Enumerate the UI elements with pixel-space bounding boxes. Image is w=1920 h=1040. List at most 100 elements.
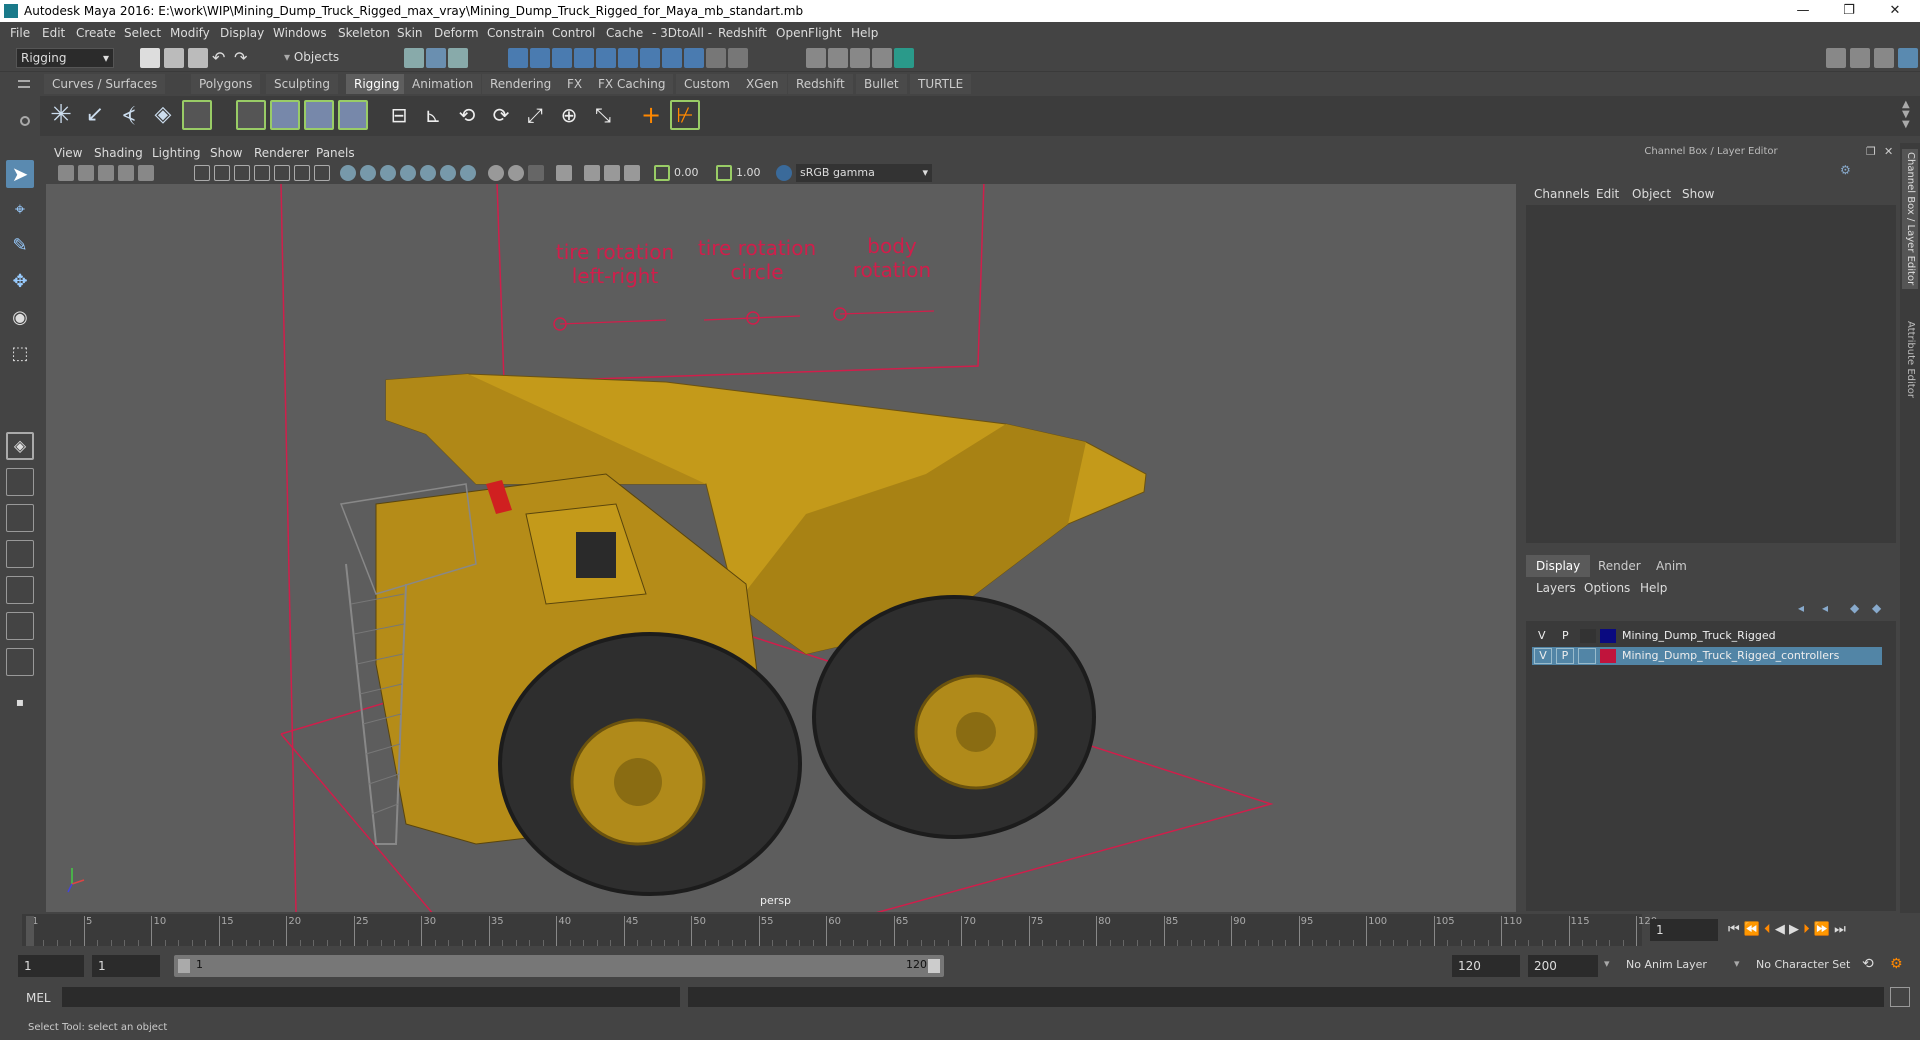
shelf-menu-icon[interactable] [18,80,30,88]
layer-type[interactable] [1580,629,1596,643]
modeling-toolkit-icon[interactable] [1850,48,1870,68]
select-component-icon[interactable] [448,48,468,68]
menu-skin[interactable]: Skin [397,26,423,40]
menu-redshift[interactable]: Redshift [718,26,767,40]
menu-cache[interactable]: Cache [606,26,643,40]
menu-file[interactable]: File [10,26,30,40]
point-constraint-icon[interactable]: ⊾ [418,100,448,130]
menu-3dtoall[interactable]: - 3DtoAll - [652,26,712,40]
tab-fx[interactable]: FX [559,74,591,94]
viewport-menu-show[interactable]: Show [210,146,242,160]
mirror-joint-icon[interactable] [182,100,212,130]
undo-icon[interactable]: ↶ [212,50,232,70]
select-highlight-icon[interactable] [728,48,748,68]
menu-display[interactable]: Display [220,26,264,40]
more-layouts-icon[interactable]: ▪ [6,688,34,716]
auto-key-icon[interactable]: ⟲ [1862,956,1874,972]
time-slider[interactable]: 1 5 10 15 20 25 30 35 40 45 50 55 60 65 70 75 80 85 90 95 10… [0,914,1920,950]
menu-help[interactable]: Help [851,26,878,40]
cb-show-menu[interactable]: Show [1682,187,1714,201]
safe-title-icon[interactable] [314,165,330,181]
exposure-value[interactable]: 0.00 [674,165,708,181]
channels-menu[interactable]: Channels [1534,187,1590,201]
range-handle-right[interactable] [928,959,940,973]
selection-mode-selector[interactable]: ▾ Objects [280,48,380,68]
playback-end-field[interactable]: 120 [1452,955,1520,977]
camera-attrs-icon[interactable] [58,165,74,181]
use-lights-icon[interactable] [420,165,436,181]
tab-sculpting[interactable]: Sculpting [266,74,339,94]
tab-render[interactable]: Render [1588,555,1651,577]
close-button[interactable]: ✕ [1872,0,1918,22]
grid-icon[interactable] [194,165,210,181]
layer-color-swatch[interactable] [1600,649,1616,663]
tab-bullet[interactable]: Bullet [856,74,907,94]
tab-anim[interactable]: Anim [1646,555,1697,577]
layer-color-swatch[interactable] [1600,629,1616,643]
layer-type[interactable] [1578,648,1596,664]
color-management-icon[interactable] [776,165,792,181]
redo-icon[interactable]: ↷ [234,50,254,70]
render-view-icon[interactable] [806,48,826,68]
wireframe-icon[interactable] [340,165,356,181]
save-scene-icon[interactable] [188,48,208,68]
output-ops-icon[interactable] [684,48,704,68]
layer-playback[interactable]: P [1556,648,1574,664]
layer-help-menu[interactable]: Help [1640,581,1667,595]
layer-playback[interactable]: P [1562,629,1569,642]
smooth-shade-icon[interactable] [360,165,376,181]
end-time-field[interactable]: 200 [1528,955,1598,977]
go-to-end-icon[interactable]: ⏭ [1834,922,1846,937]
select-hierarchy-icon[interactable] [404,48,424,68]
menu-windows[interactable]: Windows [273,26,327,40]
xray-joints-icon[interactable] [604,165,620,181]
channel-box-settings-icon[interactable]: ⚙ [1840,163,1854,177]
tab-xgen[interactable]: XGen [738,74,787,94]
resolution-gate-icon[interactable] [234,165,250,181]
snap-grid-icon[interactable] [508,48,528,68]
snap-surface-icon[interactable] [596,48,616,68]
snap-view-plane-icon[interactable] [574,48,594,68]
input-ops-icon[interactable] [662,48,682,68]
tab-rigging[interactable]: Rigging [346,74,408,94]
single-view-icon[interactable]: ◈ [6,432,34,460]
playback-start-field[interactable]: 1 [92,955,160,977]
tab-display[interactable]: Display [1526,555,1591,577]
geometry-constraint-icon[interactable]: ⤡ [588,100,618,130]
lock-icon[interactable] [706,48,726,68]
depth-of-field-icon[interactable] [528,165,544,181]
viewport-menu-panels[interactable]: Panels [316,146,355,160]
viewport-menu-renderer[interactable]: Renderer [254,146,309,160]
motion-blur-icon[interactable] [488,165,504,181]
snap-point-icon[interactable] [552,48,572,68]
character-controls-icon[interactable] [1874,48,1894,68]
close-panel-icon[interactable]: ✕ [1884,145,1893,158]
cluster-icon[interactable]: ⊬ [670,100,700,130]
film-gate-icon[interactable] [214,165,230,181]
layers-menu[interactable]: Layers [1536,581,1576,595]
persp-graph-icon[interactable] [6,540,34,568]
parent-constraint-icon[interactable]: ⊟ [384,100,414,130]
shelf-scroll-icon[interactable]: ▲ ▼ ▼ [1902,100,1910,130]
snap-vertex-icon[interactable] [618,48,638,68]
tab-custom[interactable]: Custom [676,74,738,94]
hypershade-layout-icon[interactable] [6,648,34,676]
scale-constraint-icon[interactable]: ⤢ [520,100,550,130]
new-scene-icon[interactable] [140,48,160,68]
layer-row[interactable]: V P Mining_Dump_Truck_Rigged [1532,627,1882,645]
image-plane-icon[interactable] [98,165,114,181]
four-view-icon[interactable] [6,468,34,496]
menu-skeleton[interactable]: Skeleton [338,26,390,40]
workspace-icon[interactable] [1826,48,1846,68]
outliner-layout-icon[interactable] [6,612,34,640]
maximize-button[interactable]: ❐ [1826,0,1872,22]
menu-select[interactable]: Select [124,26,161,40]
ipr-render-icon[interactable] [850,48,870,68]
chevron-down-icon[interactable]: ▾ [1734,957,1740,970]
history-icon[interactable] [640,48,660,68]
menu-openflight[interactable]: OpenFlight [776,26,842,40]
menu-edit[interactable]: Edit [42,26,65,40]
play-forward-icon[interactable]: ▶ [1789,922,1799,937]
character-set-selector[interactable]: No Character Set [1756,958,1850,971]
viewport-menu-shading[interactable]: Shading [94,146,143,160]
